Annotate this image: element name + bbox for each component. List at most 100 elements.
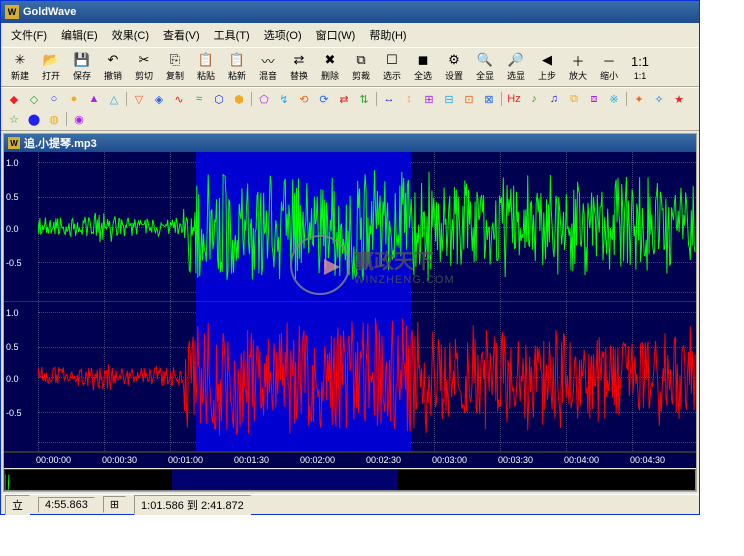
effect-button[interactable]: ⊠ (480, 90, 498, 108)
effect-button[interactable]: ▲ (85, 90, 103, 108)
menu-item[interactable]: 编辑(E) (55, 25, 104, 45)
left-channel-track[interactable]: 1.00.50.0-0.5 (4, 152, 696, 302)
document-icon: W (8, 137, 20, 149)
time-tick: 00:01:30 (234, 455, 269, 465)
menu-item[interactable]: 效果(C) (106, 25, 155, 45)
replace-button-icon: ⇄ (291, 52, 307, 68)
menu-item[interactable]: 工具(T) (208, 25, 256, 45)
onetoone-button-icon: 1:1 (632, 54, 648, 70)
effect-button[interactable]: △ (105, 90, 123, 108)
delete-button[interactable]: ✖删除 (315, 50, 345, 84)
titlebar[interactable]: W GoldWave (1, 1, 699, 23)
menu-item[interactable]: 文件(F) (5, 25, 53, 45)
cut-button-icon: ✂ (136, 52, 152, 68)
effect-button[interactable]: ◉ (70, 110, 88, 128)
effect-button[interactable]: ▽ (130, 90, 148, 108)
replace-button[interactable]: ⇄替换 (284, 50, 314, 84)
time-tick: 00:03:30 (498, 455, 533, 465)
prev-button[interactable]: ◀上步 (532, 50, 562, 84)
status-total-length: 4:55.863 (38, 497, 95, 513)
select-button-icon: ☐ (384, 52, 400, 68)
effect-button[interactable]: ♫ (545, 90, 563, 108)
undo-button-icon: ↶ (105, 52, 121, 68)
time-tick: 00:01:00 (168, 455, 203, 465)
copy-button[interactable]: ⎘复制 (160, 50, 190, 84)
effect-button[interactable]: Hz (505, 90, 523, 108)
effect-button[interactable]: ♪ (525, 90, 543, 108)
select-button[interactable]: ☐选示 (377, 50, 407, 84)
effect-button[interactable]: ※ (605, 90, 623, 108)
menu-item[interactable]: 帮助(H) (363, 25, 412, 45)
zoomin-button[interactable]: ＋放大 (563, 50, 593, 84)
menubar: 文件(F)编辑(E)效果(C)查看(V)工具(T)选项(O)窗口(W)帮助(H) (1, 23, 699, 47)
new-button-icon: ✳ (12, 52, 28, 68)
app-window: W GoldWave 文件(F)编辑(E)效果(C)查看(V)工具(T)选项(O… (0, 0, 700, 515)
time-tick: 00:04:00 (564, 455, 599, 465)
delete-button-icon: ✖ (322, 52, 338, 68)
undo-button[interactable]: ↶撤销 (98, 50, 128, 84)
cut-button[interactable]: ✂剪切 (129, 50, 159, 84)
app-logo-icon: W (5, 5, 19, 19)
effect-button[interactable]: ⊟ (440, 90, 458, 108)
effect-button[interactable]: ⬢ (230, 90, 248, 108)
menu-item[interactable]: 窗口(W) (310, 25, 362, 45)
effect-button[interactable]: ⬡ (210, 90, 228, 108)
effect-button[interactable]: ↔ (380, 90, 398, 108)
time-tick: 00:02:30 (366, 455, 401, 465)
new-button[interactable]: ✳新建 (5, 50, 35, 84)
waveform-view[interactable]: 1.00.50.0-0.5 1.00.50.0-0.5 00:00:00 00:0… (4, 152, 696, 468)
effect-button[interactable]: ⇅ (355, 90, 373, 108)
time-ruler[interactable]: 00:00:0000:00:3000:01:0000:01:3000:02:00… (4, 452, 696, 468)
effect-button[interactable]: ◆ (5, 90, 23, 108)
app-title: GoldWave (23, 6, 76, 18)
paste-button-icon: 📋 (198, 52, 214, 68)
effect-button[interactable]: ⊞ (420, 90, 438, 108)
paste-button[interactable]: 📋粘贴 (191, 50, 221, 84)
effects-toolbar: ◆◇○●▲△ ▽◈∿≈⬡⬢ ⬠↯⟲⟳⇄⇅ ↔↕⊞⊟⊡⊠ Hz♪♫⧉⧈※ ✦✧★ ☆⬤◍ ◉ (1, 87, 699, 131)
effect-button[interactable]: ◇ (25, 90, 43, 108)
effect-button[interactable]: ☆ (5, 110, 23, 128)
effect-button[interactable]: ⧈ (585, 90, 603, 108)
pastenew-button[interactable]: 📋粘新 (222, 50, 252, 84)
format-indicator: ⊞ (103, 496, 126, 513)
effect-button[interactable]: ★ (670, 90, 688, 108)
trim-button[interactable]: ⧉剪裁 (346, 50, 376, 84)
document-title: 追.小提琴.mp3 (24, 135, 97, 151)
selall-button-icon: ◼ (415, 52, 431, 68)
effect-button[interactable]: ≈ (190, 90, 208, 108)
effect-button[interactable]: ⬠ (255, 90, 273, 108)
save-button-icon: 💾 (74, 52, 90, 68)
effect-button[interactable]: ⧉ (565, 90, 583, 108)
effect-button[interactable]: ↕ (400, 90, 418, 108)
statusbar: 立 4:55.863 ⊞ 1:01.586 到 2:41.872 (1, 494, 699, 514)
effect-button[interactable]: ⟲ (295, 90, 313, 108)
time-tick: 00:02:00 (300, 455, 335, 465)
document-titlebar[interactable]: W 追.小提琴.mp3 (4, 134, 696, 152)
effect-button[interactable]: ✧ (650, 90, 668, 108)
selall-button[interactable]: ◼全选 (408, 50, 438, 84)
effect-button[interactable]: ↯ (275, 90, 293, 108)
effect-button[interactable]: ⬤ (25, 110, 43, 128)
right-channel-track[interactable]: 1.00.50.0-0.5 (4, 302, 696, 452)
zoomout-button[interactable]: －缩小 (594, 50, 624, 84)
effect-button[interactable]: ⊡ (460, 90, 478, 108)
effect-button[interactable]: ◍ (45, 110, 63, 128)
open-button[interactable]: 📂打开 (36, 50, 66, 84)
mix-button[interactable]: 〰混音 (253, 50, 283, 84)
effect-button[interactable]: ◈ (150, 90, 168, 108)
selzoom-button[interactable]: 🔎选显 (501, 50, 531, 84)
menu-item[interactable]: 选项(O) (258, 25, 308, 45)
effect-button[interactable]: ⇄ (335, 90, 353, 108)
save-button[interactable]: 💾保存 (67, 50, 97, 84)
settings-button[interactable]: ⚙设置 (439, 50, 469, 84)
effect-button[interactable]: ⟳ (315, 90, 333, 108)
effect-button[interactable]: ∿ (170, 90, 188, 108)
effect-button[interactable]: ○ (45, 90, 63, 108)
effect-button[interactable]: ● (65, 90, 83, 108)
fullzoom-button[interactable]: 🔍全显 (470, 50, 500, 84)
onetoone-button[interactable]: 1:11:1 (625, 50, 655, 84)
menu-item[interactable]: 查看(V) (157, 25, 206, 45)
overview-track[interactable] (4, 469, 696, 491)
time-tick: 00:00:00 (36, 455, 71, 465)
effect-button[interactable]: ✦ (630, 90, 648, 108)
